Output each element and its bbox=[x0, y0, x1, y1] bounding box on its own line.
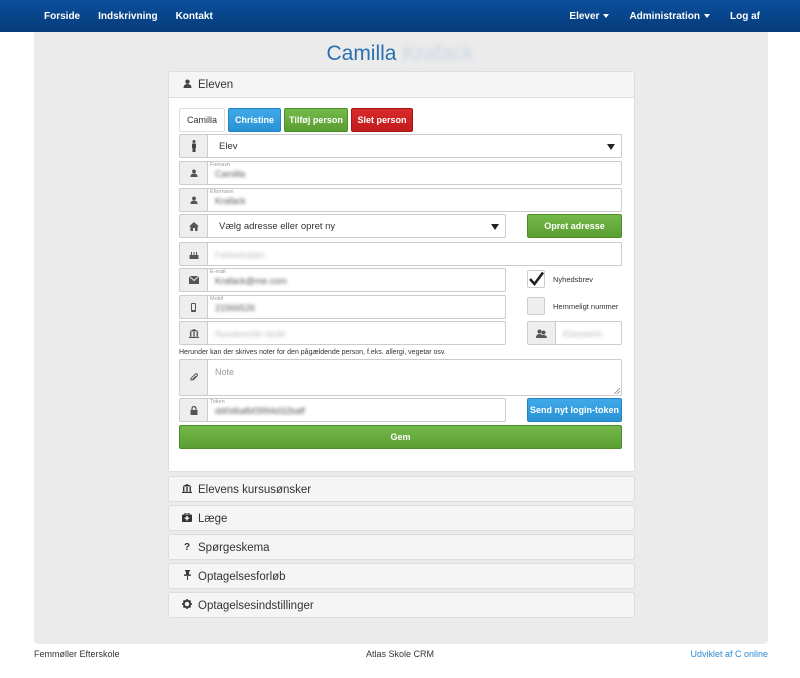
nav-forside[interactable]: Forside bbox=[44, 11, 80, 22]
question-icon: ? bbox=[183, 542, 191, 553]
medkit-icon bbox=[181, 512, 193, 525]
top-navbar: Forside Indskrivning Kontakt Elever Admi… bbox=[0, 0, 800, 32]
lock-icon bbox=[179, 398, 208, 422]
mobile-field[interactable]: Mobil 21566526 bbox=[208, 295, 506, 319]
note-textarea[interactable]: Note bbox=[208, 359, 622, 396]
delete-person-button[interactable]: Slet person bbox=[351, 108, 413, 132]
dropdown-arrow-icon bbox=[491, 224, 499, 230]
user-icon bbox=[179, 161, 208, 185]
save-button[interactable]: Gem bbox=[179, 425, 622, 449]
address-select[interactable]: Vælg adresse eller opret ny bbox=[208, 214, 506, 238]
mobile-phone-icon bbox=[179, 295, 208, 319]
bank-icon bbox=[179, 321, 208, 345]
page-title: Camilla Krafack bbox=[326, 42, 474, 65]
checkmark-icon bbox=[529, 271, 545, 287]
nav-indskrivning[interactable]: Indskrivning bbox=[98, 11, 157, 22]
footer-app-name: Atlas Skole CRM bbox=[365, 649, 435, 659]
footer-developer-link[interactable]: Udviklet af C online bbox=[690, 649, 768, 659]
user-icon bbox=[179, 188, 208, 212]
resize-handle-icon[interactable] bbox=[613, 387, 620, 394]
caret-down-icon bbox=[603, 13, 610, 18]
nav-kontakt[interactable]: Kontakt bbox=[176, 11, 213, 22]
panel-admission-settings[interactable]: Optagelsesindstillinger bbox=[168, 592, 635, 618]
newsletter-label: Nyhedsbrev bbox=[553, 275, 594, 284]
panel-questionnaire[interactable]: ? Spørgeskema bbox=[168, 534, 635, 560]
panel-eleven-header[interactable]: Eleven bbox=[169, 72, 634, 97]
caret-down-icon bbox=[704, 13, 710, 18]
secret-number-checkbox[interactable] bbox=[527, 297, 545, 315]
create-address-button[interactable]: Opret adresse bbox=[527, 214, 622, 238]
nav-elever-dropdown[interactable]: Elever bbox=[569, 11, 610, 22]
token-field[interactable]: Token dd0d6afbf3994d32baff bbox=[208, 398, 506, 422]
role-select[interactable]: Elev bbox=[208, 134, 622, 158]
person-role-icon bbox=[179, 134, 208, 158]
pin-icon bbox=[181, 570, 193, 583]
user-icon bbox=[181, 79, 193, 91]
newsletter-checkbox[interactable] bbox=[527, 270, 545, 288]
envelope-icon bbox=[179, 268, 208, 292]
panel-course-wishes[interactable]: Elevens kursusønsker bbox=[168, 476, 635, 502]
nav-logout[interactable]: Log af bbox=[730, 11, 760, 22]
lastname-field[interactable]: Efternavn Krafack bbox=[208, 188, 622, 212]
paperclip-icon bbox=[179, 359, 208, 396]
panel-doctor[interactable]: Læge bbox=[168, 505, 635, 531]
tab-person-camilla[interactable]: Camilla bbox=[179, 108, 225, 132]
birthday-cake-icon bbox=[179, 242, 208, 266]
note-hint-text: Herunder kan der skrives noter for den p… bbox=[179, 349, 446, 356]
secret-number-label: Hemmeligt nummer bbox=[553, 302, 619, 311]
gear-icon bbox=[181, 599, 193, 612]
bank-icon bbox=[181, 483, 193, 496]
dropdown-arrow-icon bbox=[607, 144, 615, 150]
add-person-button[interactable]: Tilføj person bbox=[284, 108, 348, 132]
birthdate-field[interactable]: Fødselsdato bbox=[208, 242, 622, 266]
panel-admission-process[interactable]: Optagelsesforløb bbox=[168, 563, 635, 589]
send-login-token-button[interactable]: Send nyt login-token bbox=[527, 398, 622, 422]
email-field[interactable]: E-mail Krafack@me.com bbox=[208, 268, 506, 292]
nav-administration-dropdown[interactable]: Administration bbox=[629, 11, 710, 22]
firstname-field[interactable]: Fornavn Camilla bbox=[208, 161, 622, 185]
current-school-field[interactable]: Nuværende skole bbox=[208, 321, 506, 345]
users-icon bbox=[527, 321, 556, 345]
class-level-field[interactable]: Klassetrin bbox=[556, 321, 622, 345]
tab-person-christine[interactable]: Christine bbox=[228, 108, 281, 132]
home-icon bbox=[179, 214, 208, 238]
